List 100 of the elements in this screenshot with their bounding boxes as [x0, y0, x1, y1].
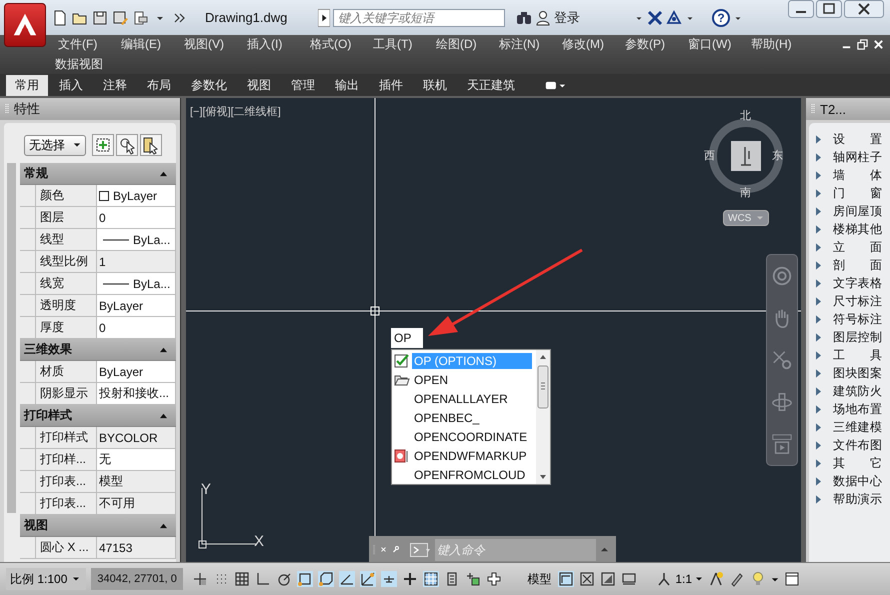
crosshair-icon[interactable]: [402, 571, 418, 587]
triangle-frame-icon[interactable]: [600, 571, 616, 587]
object-snap-icon[interactable]: [297, 571, 314, 587]
screen-icon[interactable]: [621, 571, 638, 587]
annotation-scale-dropdown[interactable]: 1:1: [656, 571, 704, 587]
help-button[interactable]: ?: [712, 8, 730, 26]
palette-item[interactable]: 符号标注: [833, 310, 882, 328]
menu-item[interactable]: 视图(V): [184, 36, 247, 53]
palette-item[interactable]: 数据中心: [833, 472, 882, 490]
command-suggestion[interactable]: OPEN: [412, 372, 450, 388]
command-input-field[interactable]: OP: [391, 328, 423, 348]
palette-item[interactable]: 设 置: [833, 130, 882, 148]
palette-item[interactable]: 墙 体: [833, 166, 882, 184]
model-button[interactable]: 模型: [525, 570, 554, 588]
ortho-icon[interactable]: [255, 571, 272, 587]
angle-icon[interactable]: [339, 571, 356, 587]
quick-select-icon[interactable]: [92, 134, 114, 156]
property-value[interactable]: 1: [97, 251, 176, 272]
triangle-network-icon[interactable]: [666, 10, 682, 26]
property-value[interactable]: ByLayer: [97, 361, 176, 382]
menu-item[interactable]: 帮助(H): [751, 36, 814, 53]
dynamic-ucs-icon[interactable]: [360, 571, 376, 587]
ribbon-tab[interactable]: 联机: [414, 74, 456, 96]
property-value[interactable]: 无: [97, 449, 176, 470]
palette-item[interactable]: 工 具: [833, 346, 882, 364]
palette-item[interactable]: 门 窗: [833, 184, 882, 202]
grip-icon[interactable]: [811, 103, 815, 115]
palette-item[interactable]: 帮助演示: [833, 490, 882, 508]
command-suggestion[interactable]: OPENALLLAYER: [412, 390, 510, 406]
plus-icon[interactable]: [486, 571, 502, 587]
section-header[interactable]: 视图: [20, 515, 176, 537]
menu-item[interactable]: 修改(M): [562, 36, 625, 53]
section-header[interactable]: 打印样式: [20, 405, 176, 427]
coordinate-readout[interactable]: 34042, 27701, 0: [91, 568, 184, 590]
property-value[interactable]: ByLayer: [97, 185, 176, 206]
menu-item[interactable]: 工具(T): [373, 36, 436, 53]
save-as-icon[interactable]: [112, 10, 128, 26]
layers-icon[interactable]: [465, 571, 482, 587]
palette-item[interactable]: 文件布图: [833, 436, 882, 454]
palette-item[interactable]: 轴网柱子: [833, 148, 882, 166]
section-header[interactable]: 三维效果: [20, 339, 176, 361]
pickadd-icon[interactable]: [140, 134, 162, 156]
property-value[interactable]: BYCOLOR: [97, 427, 176, 448]
menu-item[interactable]: 标注(N): [499, 36, 562, 53]
section-header[interactable]: 常规: [20, 163, 176, 185]
ribbon-tab[interactable]: 插入: [50, 74, 92, 96]
palette-item[interactable]: 图层控制: [833, 328, 882, 346]
expand-arrow-icon[interactable]: [318, 8, 330, 26]
palette-item[interactable]: 楼梯其他: [833, 220, 882, 238]
binoculars-icon[interactable]: [516, 10, 532, 26]
ribbon-tab[interactable]: 参数化: [182, 74, 236, 96]
plot-icon[interactable]: [132, 10, 148, 26]
command-suggestion[interactable]: OPENFROMCLOUD: [412, 466, 528, 482]
menu-item[interactable]: 编辑(E): [121, 36, 184, 53]
palette-item[interactable]: 其 它: [833, 454, 882, 472]
collapse-icon[interactable]: [159, 346, 168, 353]
scroll-bar[interactable]: [7, 163, 16, 513]
menu-item[interactable]: 数据视图: [55, 56, 103, 72]
command-suggestion[interactable]: OPENDWFMARKUP: [412, 448, 529, 464]
palette-item[interactable]: 场地布置: [833, 400, 882, 418]
property-value[interactable]: 0: [97, 207, 176, 228]
command-field[interactable]: 键入命令: [435, 538, 596, 560]
polar-icon[interactable]: [276, 571, 292, 587]
panel-options-icon[interactable]: [544, 80, 566, 90]
scale-dropdown[interactable]: 比例 1:100: [6, 568, 86, 590]
palette-item[interactable]: 尺寸标注: [833, 292, 882, 310]
property-value[interactable]: ByLayer: [97, 295, 176, 316]
ribbon-tab[interactable]: 输出: [326, 74, 368, 96]
property-value[interactable]: 0: [97, 317, 176, 338]
document-tab[interactable]: Drawing1.dwg: [191, 2, 315, 32]
ribbon-tab[interactable]: 注释: [94, 74, 136, 96]
command-suggestion[interactable]: OPENBEC_: [412, 410, 482, 426]
transparency-grid-icon[interactable]: [423, 571, 440, 587]
palette-item[interactable]: 立 面: [833, 238, 882, 256]
grip-icon[interactable]: [5, 103, 9, 115]
scroll-bar[interactable]: [536, 350, 550, 484]
restore-icon[interactable]: [857, 39, 868, 50]
ribbon-tab[interactable]: 管理: [282, 74, 324, 96]
command-prompt-icon[interactable]: [407, 542, 432, 556]
ribbon-tab[interactable]: 常用: [6, 74, 48, 96]
viewcube-icon[interactable]: [731, 141, 761, 171]
property-value[interactable]: 47153: [97, 537, 176, 558]
collapse-icon[interactable]: [159, 170, 168, 177]
property-value[interactable]: 模型: [97, 471, 176, 492]
viewport-controls-label[interactable]: [−][俯视][二维线框]: [190, 104, 281, 119]
application-button[interactable]: [4, 3, 46, 47]
close-icon[interactable]: [844, 0, 884, 18]
palette-item[interactable]: 三维建模: [833, 418, 882, 436]
compass-south-label[interactable]: 南: [740, 185, 751, 200]
search-field[interactable]: 键入关键字或短语: [333, 8, 505, 26]
collapse-icon[interactable]: [159, 522, 168, 529]
palette-item[interactable]: 图块图案: [833, 364, 882, 382]
maximize-icon[interactable]: [816, 0, 842, 18]
minimize-icon[interactable]: [788, 0, 814, 18]
palette-item[interactable]: 建筑防火: [833, 382, 882, 400]
sign-in-button[interactable]: 登录: [535, 8, 631, 26]
drawing-viewport[interactable]: [−][俯视][二维线框] 北 西 东 南 WCS Y X OP OP (OPTIONS) OPEN OPENALLLAYER OPENBEC_ OPENCOORDINATE OPENDWFMARKUP OPENFROMCLOUD 键入命令: [186, 98, 801, 562]
menu-item[interactable]: 文件(F): [58, 36, 121, 53]
menu-item[interactable]: 参数(P): [625, 36, 688, 53]
palette-item[interactable]: 房间屋顶: [833, 202, 882, 220]
